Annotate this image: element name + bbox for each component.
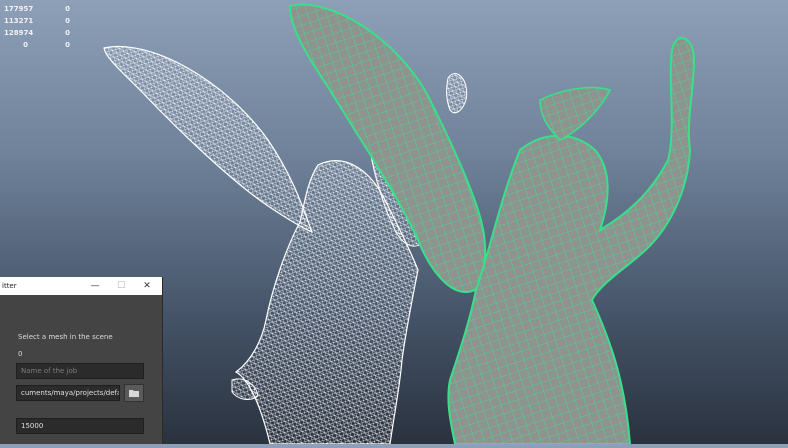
hud-value: 0 (65, 5, 70, 13)
hud-row: 177957 0 (4, 3, 70, 15)
folder-icon (129, 390, 139, 397)
poly-count-hud: 177957 0 113271 0 128974 0 0 0 (4, 3, 70, 51)
hud-row: 0 0 (4, 39, 70, 51)
hud-value: 0 (65, 17, 70, 25)
tool-panel: itter — ☐ ✕ Select a mesh in the scene 0… (0, 277, 163, 444)
hud-row: 113271 0 (4, 15, 70, 27)
count-input[interactable]: 15000 (16, 418, 144, 434)
hud-value: 0 (65, 29, 70, 37)
hud-value: 0 (23, 41, 28, 49)
hud-value: 128974 (4, 29, 34, 37)
instruction-label: Select a mesh in the scene (18, 333, 113, 341)
panel-title: itter (2, 282, 17, 290)
hud-value: 0 (65, 41, 70, 49)
selection-count: 0 (18, 350, 23, 358)
hud-value: 113271 (4, 17, 34, 25)
job-name-input[interactable]: Name of the job (16, 363, 144, 379)
hud-value: 177957 (4, 5, 34, 13)
close-button[interactable]: ✕ (136, 277, 158, 295)
minimize-button[interactable]: — (84, 277, 106, 295)
panel-titlebar[interactable]: itter — ☐ ✕ (0, 277, 162, 295)
browse-folder-button[interactable] (124, 384, 144, 402)
maximize-button[interactable]: ☐ (110, 277, 132, 295)
hud-row: 128974 0 (4, 27, 70, 39)
project-path-input[interactable]: cuments/maya/projects/default/ (16, 385, 120, 401)
